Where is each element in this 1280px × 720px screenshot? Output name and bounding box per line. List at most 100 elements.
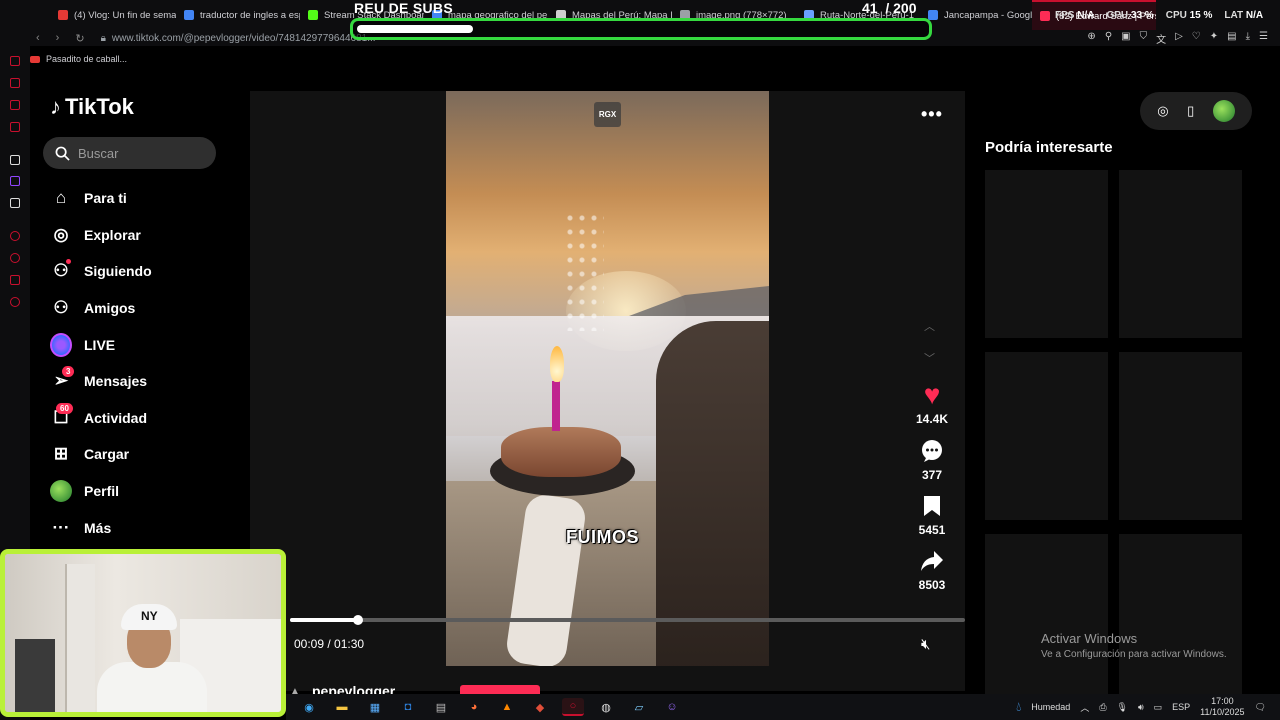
vlc-icon[interactable]: ▲ — [496, 698, 518, 716]
share-button[interactable]: 8503 — [910, 546, 954, 592]
twitch-icon[interactable] — [10, 176, 20, 186]
forward-icon[interactable]: › — [56, 32, 60, 45]
mic-icon[interactable]: 🎙︎ — [1117, 702, 1128, 713]
compass-icon[interactable]: ◎ — [1157, 103, 1168, 119]
sidebar-item-siguiendo[interactable]: ⚇ Siguiendo — [50, 253, 152, 290]
video-scene-person — [656, 321, 769, 666]
tab-favicon-icon — [184, 10, 194, 20]
search-icon — [55, 146, 70, 161]
translate-icon[interactable]: 文 — [1156, 31, 1166, 46]
fps-label: FPS — [1055, 10, 1075, 21]
firefox-icon[interactable]: ◕ — [463, 698, 485, 716]
video-scene-candle — [552, 381, 560, 431]
weather-label[interactable]: Humedad — [1031, 702, 1070, 712]
suggested-video[interactable] — [985, 352, 1108, 520]
app-icon[interactable]: ▤ — [430, 698, 452, 716]
more-options-icon[interactable]: ••• — [921, 104, 943, 125]
opera-aria-icon[interactable] — [10, 56, 20, 66]
outlook-icon[interactable]: ◘ — [397, 698, 419, 716]
snapshot-icon[interactable]: ▣ — [1121, 31, 1130, 46]
search-box[interactable] — [43, 137, 216, 169]
opera-arc-icon[interactable] — [10, 155, 20, 165]
pin-icon[interactable]: ⚲ — [1105, 31, 1112, 46]
opera-extensions-icon[interactable] — [10, 275, 20, 285]
volume-icon[interactable]: 🔊︎ — [1138, 702, 1144, 713]
suggested-video[interactable] — [1119, 170, 1242, 338]
fps-stat: FPS N/A — [1055, 10, 1094, 21]
sidebar-item-explorar[interactable]: ◎ Explorar — [50, 217, 152, 254]
taskbar-apps: ◉ ▬ ▦ ◘ ▤ ◕ ▲ ◆ ○ ◍ ▱ ☺ — [286, 698, 683, 716]
search-input[interactable] — [78, 145, 198, 161]
obs-icon[interactable]: ◍ — [595, 698, 617, 716]
notifications-icon[interactable]: 🗨︎ — [1255, 702, 1266, 713]
shield-icon[interactable]: ⛉ — [1140, 31, 1148, 46]
clock[interactable]: 17:00 11/10/2025 — [1200, 696, 1244, 718]
avatar[interactable] — [1212, 100, 1235, 122]
app-icon[interactable]: ◆ — [529, 698, 551, 716]
discord-icon[interactable]: ☺ — [661, 698, 683, 716]
previous-video-icon[interactable]: ︿ — [924, 318, 935, 334]
language-indicator[interactable]: ESP — [1172, 702, 1190, 712]
store-icon[interactable]: ▦ — [364, 698, 386, 716]
reload-icon[interactable]: ↻ — [75, 32, 84, 45]
suggested-video[interactable] — [985, 170, 1108, 338]
back-icon[interactable]: ‹ — [36, 32, 40, 45]
live-icon — [50, 332, 72, 357]
device-icon[interactable]: ▯ — [1187, 103, 1194, 119]
next-video-icon[interactable]: ﹀ — [924, 350, 935, 366]
sidebar-item-amigos[interactable]: ⚇ Amigos — [50, 290, 152, 327]
tray-chevron-icon[interactable]: ︿ — [1080, 701, 1089, 714]
sidebar-item-live[interactable]: LIVE — [50, 326, 152, 363]
opera-messenger-icon[interactable] — [10, 100, 20, 110]
edge-icon[interactable]: ◉ — [298, 698, 320, 716]
suggestions-title: Podría interesarte — [985, 139, 1113, 156]
tiktok-logo[interactable]: ♪ TikTok — [50, 94, 134, 120]
download-icon[interactable]: ⤓ — [1246, 31, 1250, 46]
opera-settings-icon[interactable] — [10, 297, 20, 307]
sidebar-item-mas[interactable]: ··· Más — [50, 509, 152, 546]
sidebar-item-para-ti[interactable]: ⌂ Para ti — [50, 180, 152, 217]
sidebar-item-mensajes[interactable]: ➢ Mensajes 3 — [50, 363, 152, 400]
like-button[interactable]: ♥ 14.4K — [910, 379, 954, 426]
mute-icon[interactable]: 🔇︎ — [921, 636, 930, 653]
file-explorer-icon[interactable]: ▬ — [331, 698, 353, 716]
suggested-video[interactable] — [985, 534, 1108, 694]
usb-icon[interactable]: ⎙ — [1099, 702, 1106, 713]
browser-tab[interactable]: traductor de ingles a esp — [176, 0, 300, 30]
opera-gx-icon[interactable]: ○ — [562, 698, 584, 716]
current-time: 00:09 — [294, 637, 325, 651]
network-icon[interactable]: ▭ — [1154, 702, 1163, 713]
browser-tab[interactable]: Jancapampa - Google M — [920, 0, 1032, 30]
zoom-icon[interactable]: ⊕ — [1087, 31, 1095, 46]
sidebar-item-label: Explorar — [84, 226, 141, 243]
sidebar-item-actividad[interactable]: ☐ Actividad 60 — [50, 400, 152, 437]
video-progress-bar[interactable] — [290, 615, 965, 625]
activation-title: Activar Windows — [1041, 631, 1138, 646]
bookmark-item[interactable]: Pasadito de caball... — [30, 50, 127, 68]
url-field[interactable]: 🔒︎ www.tiktok.com/@pepevlogger/video/748… — [101, 33, 376, 44]
save-button[interactable]: 5451 — [910, 491, 954, 537]
logo-text: TikTok — [65, 94, 134, 119]
comment-button[interactable]: 377 — [910, 436, 954, 482]
video-player[interactable] — [446, 91, 769, 666]
opera-player-icon[interactable] — [10, 231, 20, 241]
opera-whatsapp-icon[interactable] — [10, 122, 20, 132]
notepad-icon[interactable]: ▱ — [628, 698, 650, 716]
subgoal-progress-fill — [357, 25, 474, 33]
avatar-icon — [50, 480, 72, 503]
opera-bag-icon[interactable] — [10, 78, 20, 88]
heart-icon[interactable]: ♡ — [1192, 31, 1201, 46]
suggested-video[interactable] — [1119, 534, 1242, 694]
sidebar-item-perfil[interactable]: Perfil — [50, 473, 152, 510]
x-icon[interactable] — [10, 198, 20, 208]
browser-tab[interactable]: (4) Vlog: Un fin de sema — [50, 0, 176, 30]
menu-icon[interactable]: ☰ — [1259, 31, 1268, 46]
suggested-video[interactable] — [1119, 352, 1242, 520]
extensions-icon[interactable]: ✦ — [1210, 31, 1218, 46]
opera-history-icon[interactable] — [10, 253, 20, 263]
video-progress-handle[interactable] — [352, 615, 363, 625]
tab-label: Jancapampa - Google M — [944, 9, 1032, 21]
play-icon[interactable]: ▷ — [1175, 31, 1183, 46]
sidebar-item-cargar[interactable]: ⊞ Cargar — [50, 436, 152, 473]
wallet-icon[interactable]: ▤ — [1227, 31, 1236, 46]
